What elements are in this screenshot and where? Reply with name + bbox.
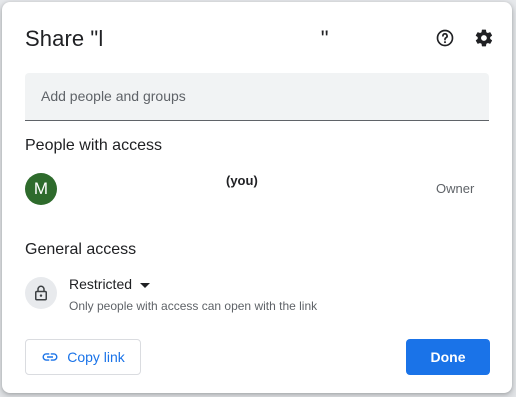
- person-you-label: (you): [226, 173, 258, 188]
- help-circle-icon: [436, 29, 454, 47]
- avatar-letter: M: [33, 179, 49, 198]
- settings-button[interactable]: [471, 25, 497, 51]
- access-level-dropdown[interactable]: Restricted: [69, 276, 151, 292]
- lock-glyph: [35, 285, 47, 301]
- add-people-input[interactable]: [41, 73, 461, 119]
- access-level-label: Restricted: [69, 276, 133, 292]
- dialog-title: Share "l ": [25, 26, 329, 51]
- help-icon[interactable]: [432, 25, 458, 51]
- person-role: Owner: [436, 181, 475, 196]
- share-dialog: Share "l " People with access M (you) Ow…: [2, 2, 512, 393]
- caret-down-icon: [140, 282, 151, 288]
- add-people-field[interactable]: [25, 73, 489, 121]
- lock-icon: [25, 277, 57, 309]
- access-level-description: Only people with access can open with th…: [69, 299, 318, 313]
- copy-link-button[interactable]: Copy link: [25, 339, 141, 375]
- link-icon: [42, 353, 58, 361]
- done-button[interactable]: Done: [406, 339, 490, 375]
- copy-link-label: Copy link: [67, 349, 125, 365]
- done-label: Done: [430, 349, 466, 365]
- avatar: M: [25, 173, 57, 205]
- general-access-heading: General access: [25, 241, 137, 258]
- people-with-access-heading: People with access: [25, 137, 162, 154]
- gear-icon: [475, 29, 493, 47]
